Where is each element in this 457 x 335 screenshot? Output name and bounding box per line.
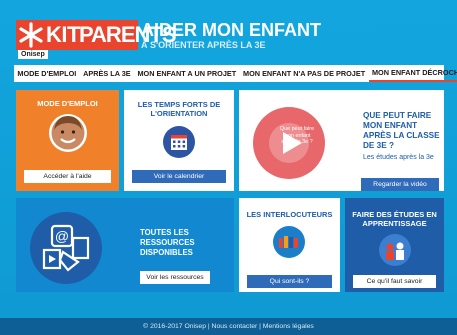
logo-kit-text: KIT <box>46 22 80 47</box>
tile-mode-emploi[interactable]: MODE D'EMPLOI Accéder à l'aide <box>16 90 119 191</box>
kit-parents-logo[interactable]: KIT PARENTS Onisep <box>16 20 176 59</box>
nav-item-decroche[interactable]: MON ENFANT DÉCROCHE <box>368 65 457 82</box>
calendar-icon <box>163 126 195 158</box>
tile-interlocuteurs-title: LES INTERLOCUTEURS <box>246 210 333 219</box>
child-avatar-icon <box>49 114 87 152</box>
main-nav: MODE D'EMPLOI APRÈS LA 3E MON ENFANT A U… <box>14 65 457 82</box>
tile-apprentissage-title: FAIRE DES ÉTUDES EN APPRENTISSAGE <box>352 210 437 228</box>
nav-item-a-un-projet[interactable]: MON ENFANT A UN PROJET <box>134 65 240 82</box>
tile-interlocuteurs[interactable]: LES INTERLOCUTEURS Qui sont-ils ? <box>239 198 340 292</box>
svg-text:@: @ <box>55 228 69 244</box>
acceder-aide-button[interactable]: Accéder à l'aide <box>24 170 111 183</box>
tile-apprentissage[interactable]: FAIRE DES ÉTUDES EN APPRENTISSAGE Ce qu'… <box>345 198 444 292</box>
page: KIT PARENTS Onisep AIDER MON ENFANT À S'… <box>0 0 457 335</box>
star-icon <box>19 22 43 48</box>
resources-icon: @ <box>30 212 102 284</box>
tile-ressources-title: TOUTES LES RESSOURCES DISPONIBLES <box>140 228 195 257</box>
tile-video-subtitle: Les études après la 3e <box>363 154 434 161</box>
nav-item-apres-3e[interactable]: APRÈS LA 3E <box>80 65 134 82</box>
voir-ressources-button[interactable]: Voir les ressources <box>140 271 210 284</box>
tile-temps-forts[interactable]: LES TEMPS FORTS DE L'ORIENTATION Voir le… <box>124 90 234 191</box>
people-icon <box>273 226 305 258</box>
tile-temps-forts-title: LES TEMPS FORTS DE L'ORIENTATION <box>137 100 221 118</box>
qui-sont-ils-button[interactable]: Qui sont-ils ? <box>247 275 332 288</box>
tile-ressources[interactable]: @ TOUTES LES RESSOURCES DISPONIBLES Voir… <box>16 198 234 292</box>
nav-item-mode-emploi[interactable]: MODE D'EMPLOI <box>14 65 80 82</box>
nav-item-pas-de-projet[interactable]: MON ENFANT N'A PAS DE PROJET <box>240 65 369 82</box>
regarder-video-button[interactable]: Regarder la vidéo <box>361 178 439 191</box>
apprentice-icon <box>379 234 411 266</box>
onisep-label: Onisep <box>18 50 48 59</box>
page-title: AIDER MON ENFANT <box>141 20 321 40</box>
tile-mode-emploi-title: MODE D'EMPLOI <box>37 99 98 108</box>
voir-calendrier-button[interactable]: Voir le calendrier <box>132 170 226 183</box>
footer[interactable]: © 2016-2017 Onisep | Nous contacter | Me… <box>0 318 457 335</box>
tile-video-title: QUE PEUT FAIRE MON ENFANT APRÈS LA CLASS… <box>363 111 440 150</box>
page-subtitle: À S'ORIENTER APRÈS LA 3E <box>141 40 266 50</box>
video-thumbnail-text: Que peut faire mon enfant après la 3e ? <box>279 126 315 145</box>
ce-quil-faut-savoir-button[interactable]: Ce qu'il faut savoir <box>353 275 436 288</box>
tile-video[interactable]: Que peut faire mon enfant après la 3e ? … <box>239 90 444 191</box>
